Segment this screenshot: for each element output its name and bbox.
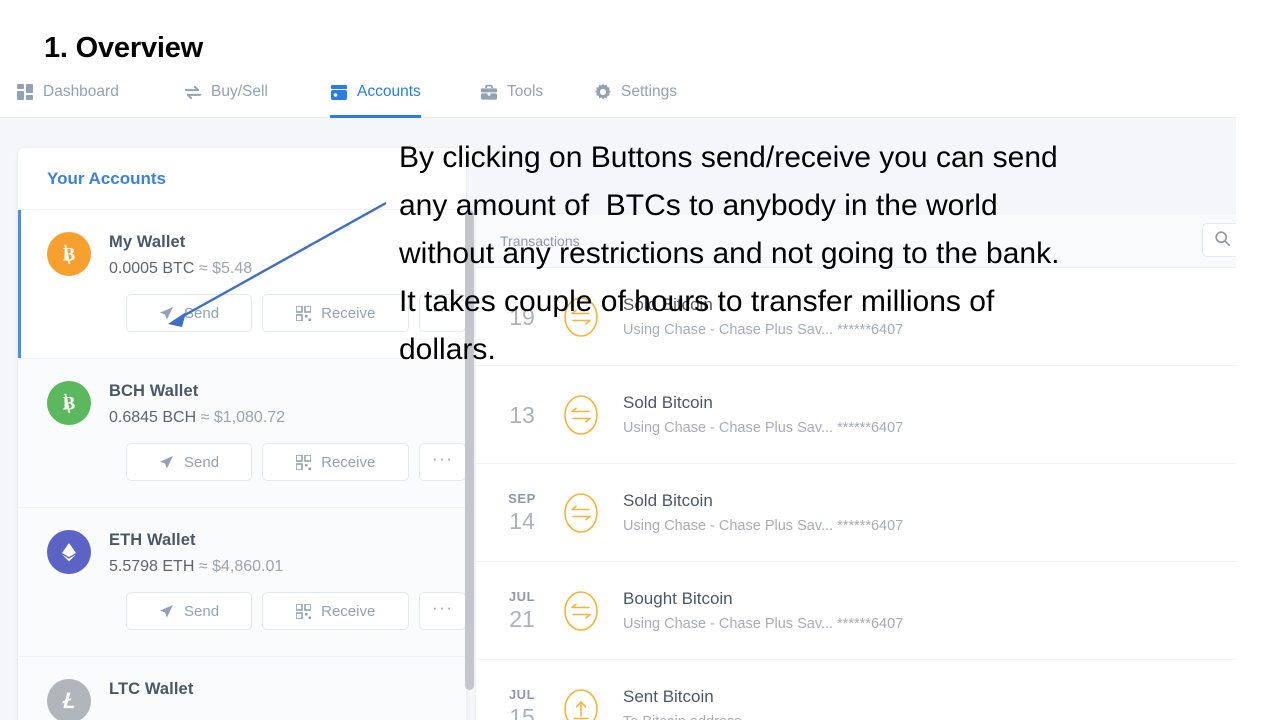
transaction-month: JUL <box>508 686 536 702</box>
transaction-subtitle: Using Chase - Chase Plus Sav... ******64… <box>623 420 904 436</box>
nav-item-label: Buy/Sell <box>211 83 268 100</box>
account-crypto-amount: 5.5798 ETH <box>109 558 195 575</box>
transaction-date: JUL 15 <box>491 687 553 720</box>
account-balance: 5.5798 ETH ≈ $4,860.01 <box>109 558 283 576</box>
grid-icon <box>16 83 34 101</box>
receive-button-label: Receive <box>321 453 376 471</box>
exchange-circle-icon <box>553 392 609 438</box>
gear-icon <box>594 83 612 101</box>
transaction-details: Sent Bitcoin To Bitcoin address <box>623 687 741 720</box>
transaction-day: 15 <box>509 703 535 720</box>
nav-item-buy-sell[interactable]: Buy/Sell <box>184 66 268 118</box>
nav-item-label: Tools <box>507 83 544 100</box>
transaction-row[interactable]: 13 Sold Bitcoin Using Chase - Chase Plus… <box>476 366 1236 464</box>
transaction-row[interactable]: JUL 15 Sent Bitcoin To Bitcoin address <box>476 660 1236 720</box>
account-row-eth-wallet[interactable]: ETH Wallet 5.5798 ETH ≈ $4,860.01 Send R… <box>18 508 466 657</box>
litecoin-coin-icon <box>47 679 91 720</box>
account-crypto-amount: 0.0005 BTC <box>109 260 195 277</box>
qr-code-icon <box>296 603 312 619</box>
transaction-row[interactable]: SEP 14 Sold Bitcoin Using Chase - Chase … <box>476 464 1236 562</box>
send-button-label: Send <box>184 453 220 471</box>
selected-indicator <box>18 210 21 358</box>
active-tab-underline <box>330 115 421 118</box>
search-icon <box>1215 231 1231 249</box>
transaction-row[interactable]: JUL 21 Bought Bitcoin Using Chase - Chas… <box>476 562 1236 660</box>
transaction-details: Sold Bitcoin Using Chase - Chase Plus Sa… <box>623 491 903 534</box>
account-row-ltc-wallet[interactable]: LTC Wallet <box>18 657 466 720</box>
account-crypto-amount: 0.6845 BCH <box>109 409 197 426</box>
transaction-subtitle: Using Chase - Chase Plus Sav... ******64… <box>623 616 904 632</box>
more-options-button[interactable]: ··· <box>419 443 466 481</box>
send-button[interactable]: Send <box>126 294 253 332</box>
account-name: LTC Wallet <box>109 680 194 698</box>
qr-code-icon <box>296 454 312 470</box>
account-name: My Wallet <box>109 233 186 251</box>
account-balance: 0.6845 BCH ≈ $1,080.72 <box>109 409 285 427</box>
slide-root: Dashboard Buy/Sell Accounts Tools Settin… <box>0 0 1280 720</box>
receive-button-label: Receive <box>321 602 376 620</box>
account-fiat-amount: $4,860.01 <box>212 558 284 575</box>
send-button-label: Send <box>184 602 220 620</box>
accounts-panel-title: Your Accounts <box>47 168 167 188</box>
account-fiat-amount: $1,080.72 <box>213 409 286 426</box>
approx-symbol: ≈ <box>198 260 208 277</box>
approx-symbol: ≈ <box>198 558 208 575</box>
send-icon <box>159 306 174 321</box>
toolbox-icon <box>480 83 498 101</box>
transaction-details: Sold Bitcoin Using Chase - Chase Plus Sa… <box>623 393 903 436</box>
ethereum-coin-icon <box>47 530 91 574</box>
receive-button[interactable]: Receive <box>262 443 410 481</box>
exchange-icon <box>184 83 202 101</box>
transactions-search-box[interactable]: Se <box>1202 223 1236 257</box>
account-row-bch-wallet[interactable]: B BCH Wallet 0.6845 BCH ≈ $1,080.72 Send… <box>18 359 466 508</box>
transaction-date: 13 <box>491 400 553 429</box>
transaction-title: Sent Bitcoin <box>623 687 714 706</box>
annotation-caption: By clicking on Buttons send/receive you … <box>399 141 1060 366</box>
nav-item-label: Accounts <box>357 83 421 100</box>
transaction-subtitle: To Bitcoin address <box>623 714 741 720</box>
transaction-date: SEP 14 <box>491 491 553 535</box>
transaction-title: Sold Bitcoin <box>623 393 713 412</box>
bitcoin-coin-icon: B <box>47 232 91 276</box>
bitcoin-cash-coin-icon: B <box>47 381 91 425</box>
upload-circle-icon <box>553 686 609 720</box>
account-name: BCH Wallet <box>109 382 199 400</box>
account-balance: 0.0005 BTC ≈ $5.48 <box>109 260 252 278</box>
account-name: ETH Wallet <box>109 531 196 549</box>
transaction-details: Bought Bitcoin Using Chase - Chase Plus … <box>623 589 903 632</box>
approx-symbol: ≈ <box>200 409 210 426</box>
send-icon <box>159 604 174 619</box>
transaction-title: Sold Bitcoin <box>623 491 713 510</box>
send-icon <box>159 455 174 470</box>
transaction-day: 14 <box>509 507 535 534</box>
transaction-title: Bought Bitcoin <box>623 589 733 608</box>
transaction-month: SEP <box>508 490 536 506</box>
page-title: 1. Overview <box>44 32 204 64</box>
nav-item-settings[interactable]: Settings <box>594 66 677 118</box>
transaction-day: 21 <box>509 605 535 632</box>
nav-item-accounts[interactable]: Accounts <box>330 66 421 118</box>
transaction-month: JUL <box>508 588 536 604</box>
transaction-subtitle: Using Chase - Chase Plus Sav... ******64… <box>623 518 904 534</box>
transaction-day: 13 <box>509 402 535 428</box>
nav-item-label: Dashboard <box>43 83 119 100</box>
send-button[interactable]: Send <box>126 443 253 481</box>
receive-button-label: Receive <box>321 304 376 322</box>
nav-item-dashboard[interactable]: Dashboard <box>16 66 119 118</box>
exchange-circle-icon <box>553 490 609 536</box>
nav-item-tools[interactable]: Tools <box>480 66 543 118</box>
qr-code-icon <box>296 305 312 321</box>
wallet-icon <box>330 83 348 101</box>
receive-button[interactable]: Receive <box>262 592 410 630</box>
send-button-label: Send <box>184 304 220 322</box>
main-navigation: Dashboard Buy/Sell Accounts Tools Settin… <box>0 66 1236 118</box>
more-options-button[interactable]: ··· <box>419 592 466 630</box>
transaction-date: JUL 21 <box>491 589 553 633</box>
account-fiat-amount: $5.48 <box>212 260 253 277</box>
nav-item-label: Settings <box>621 83 678 100</box>
send-button[interactable]: Send <box>126 592 253 630</box>
receive-button[interactable]: Receive <box>262 294 410 332</box>
exchange-circle-icon <box>553 588 609 634</box>
